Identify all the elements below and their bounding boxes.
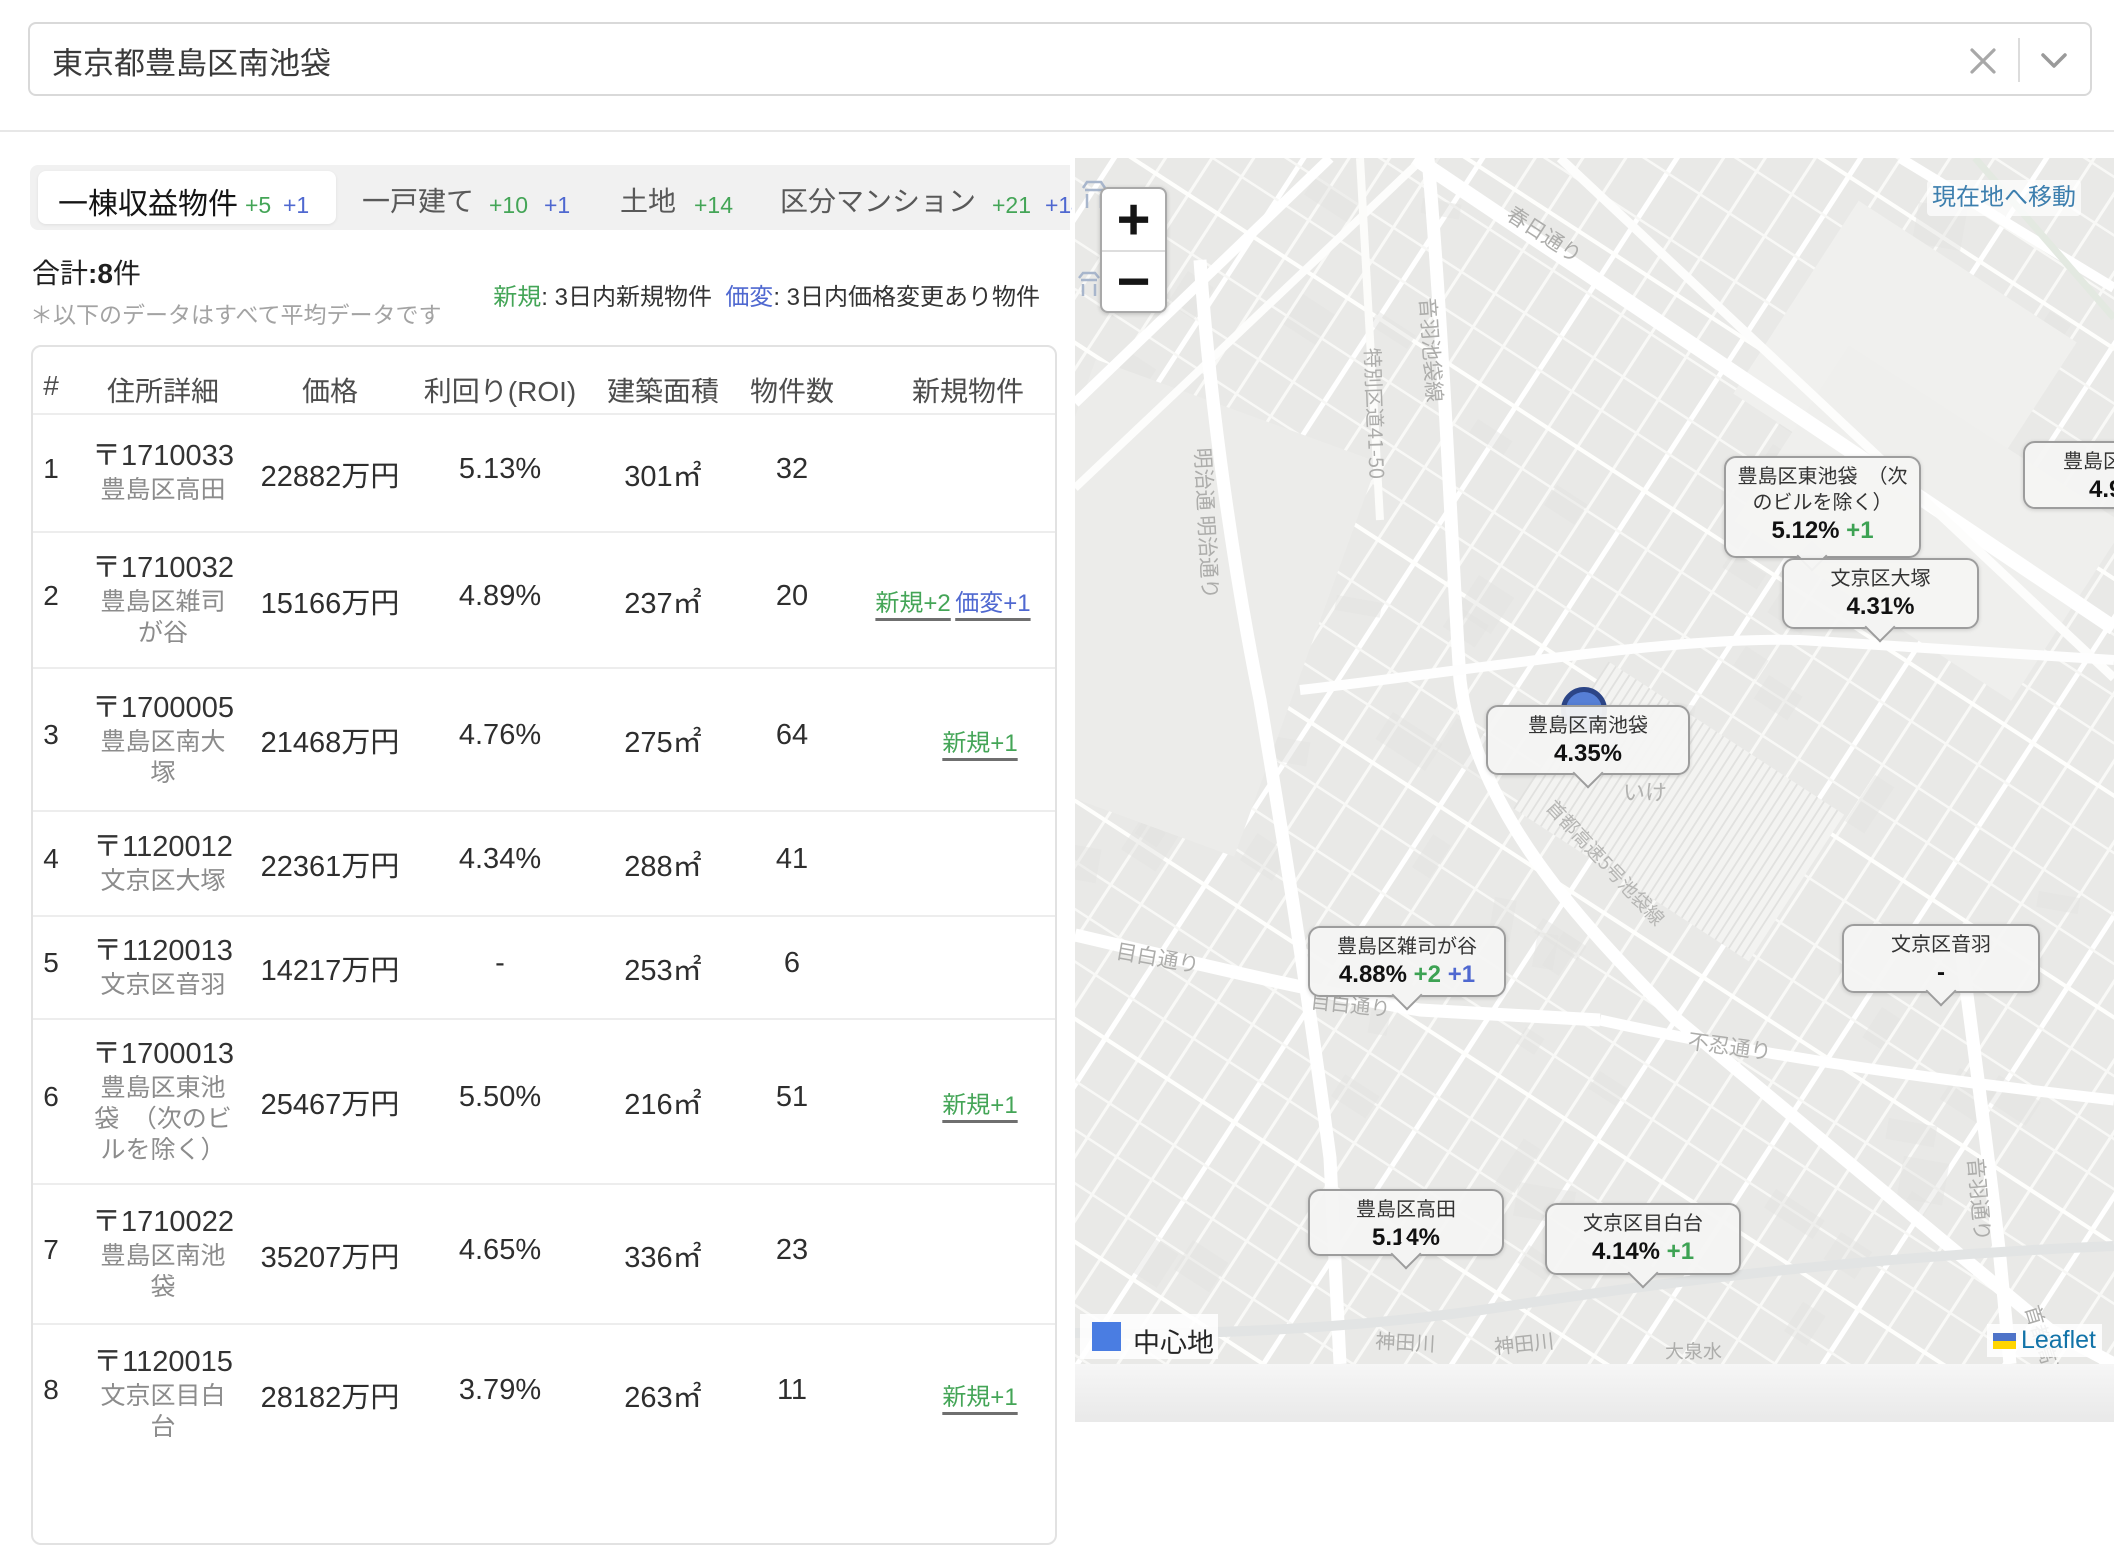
svg-text:神田川: 神田川 (1375, 1325, 1436, 1357)
svg-text:特別区道41-50: 特別区道41-50 (1359, 347, 1393, 479)
svg-text:いけ: いけ (1623, 775, 1667, 807)
svg-text:大泉水: 大泉水 (1665, 1337, 1722, 1364)
